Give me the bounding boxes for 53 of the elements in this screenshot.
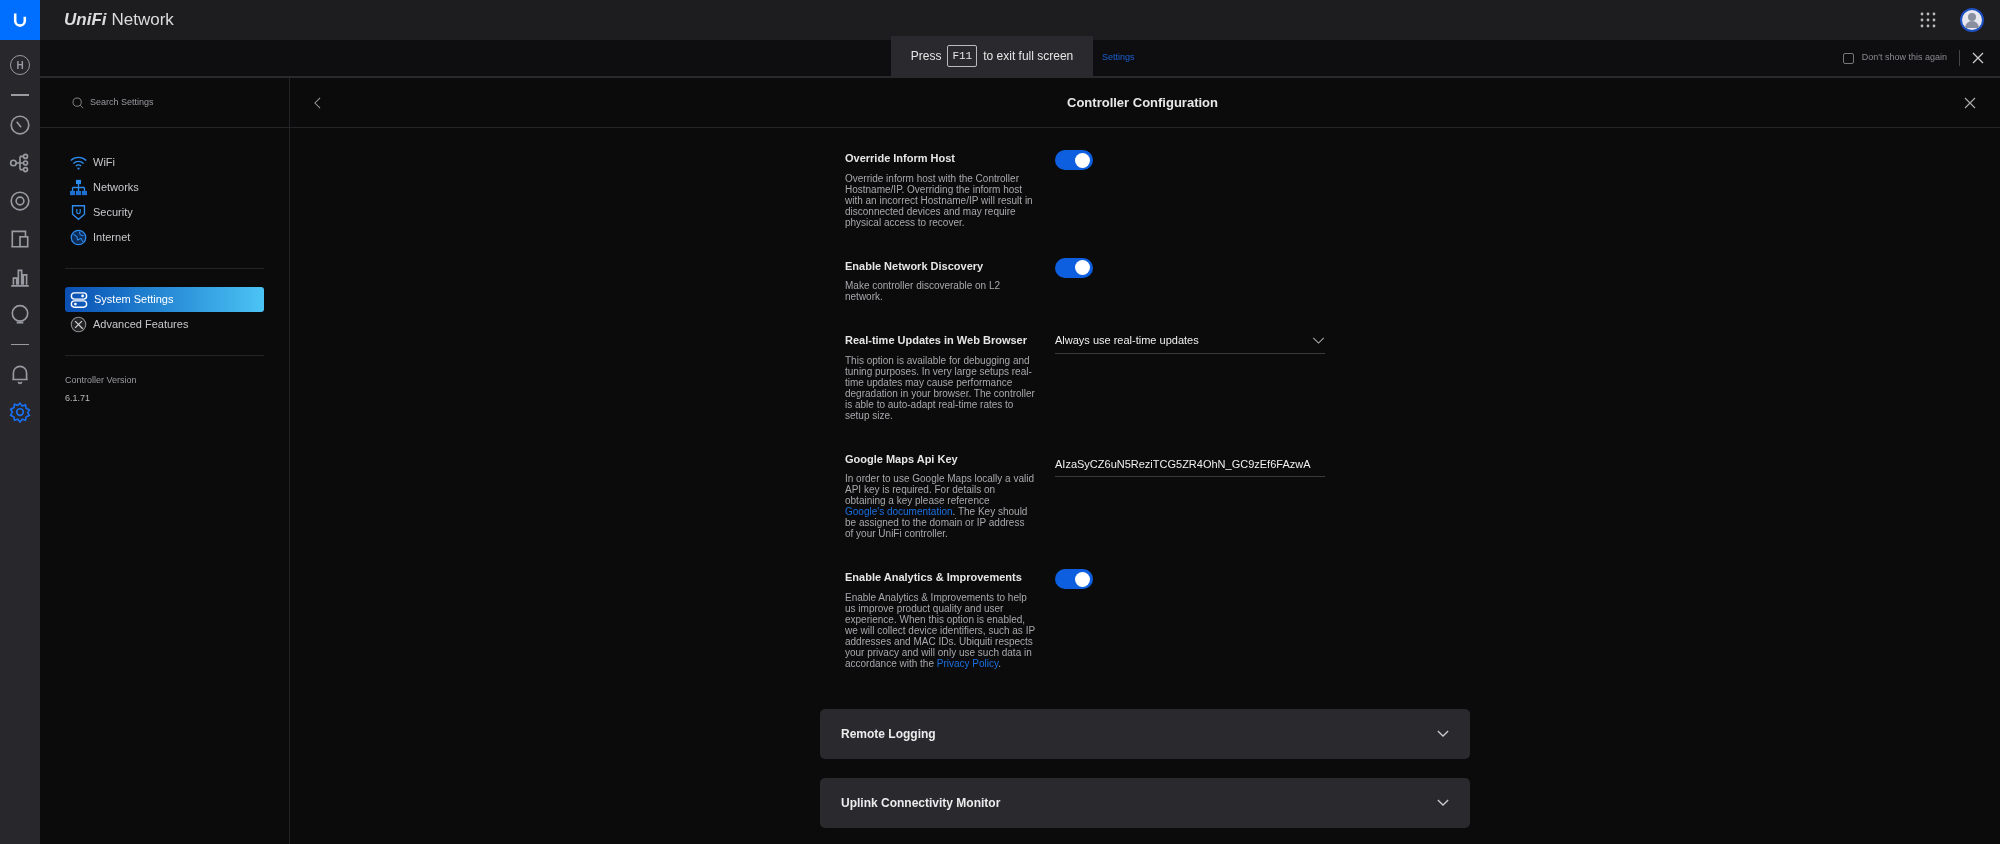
setting-label: Google Maps Api Key (845, 451, 959, 467)
search-icon (72, 96, 84, 109)
key-cap: F11 (947, 44, 978, 68)
sidebar-item[interactable]: Advanced Features (65, 312, 264, 337)
setting-description: This option is available for debugging and tuning purposes. In very large setups real-time updates may cause performance degradation in your browser. The controller is able to auto-adapt real-time rates to setup size. (845, 354, 1035, 421)
dropdown-select[interactable]: Always use real-time updates (1055, 332, 1325, 354)
sidebar-item[interactable]: Internet (65, 225, 264, 250)
setting-label: Enable Network Discovery (845, 258, 985, 274)
wifi-icon (70, 155, 87, 170)
network-icon (70, 179, 87, 196)
apps-grid-icon[interactable] (1920, 12, 1936, 28)
sidebar-item[interactable]: Networks (65, 175, 264, 200)
hint-text: to exit full screen (983, 48, 1074, 65)
globe-icon (70, 229, 87, 246)
chevron-down-icon (1312, 336, 1325, 344)
checkbox-label: Don't show this again (1861, 51, 1947, 65)
shield-icon (70, 204, 87, 221)
tools-icon (70, 316, 87, 333)
logo[interactable] (0, 0, 40, 40)
checkbox[interactable] (1842, 52, 1854, 64)
gauge-icon[interactable] (9, 113, 31, 136)
setting-description: Override inform host with the Controller Hostname/IP. Overriding the inform host with an incorrect Hostname/IP will result in disconnected devices and may require physical access to recover. (845, 172, 1034, 228)
settings-icon[interactable] (9, 401, 31, 423)
bell-icon[interactable] (9, 363, 31, 385)
version-number: 6.1.71 (65, 391, 92, 405)
setting-description: Enable Analytics & Improvements to help us improve product quality and user experience. When this option is enabled, we will collect device identifiers, such as IP addresses and MAC IDs. Ubiquiti respects your privacy and will only use such data in accordance with the Privacy Policy. (845, 591, 1035, 669)
setting-label: Enable Analytics & Improvements (845, 570, 1023, 585)
version-label: Controller Version (65, 374, 138, 387)
lightbulb-icon[interactable] (9, 303, 31, 326)
sidebar-item[interactable]: WiFi (65, 150, 264, 175)
search-field[interactable]: Search Settings (90, 95, 240, 110)
toggle-switch[interactable] (1055, 150, 1093, 170)
api-key-field[interactable]: AIzaSyCZ6uN5ReziTCG5ZR4OhN_GC9zEf6FAzwA (1055, 455, 1325, 477)
panel-title: Controller Configuration (1067, 93, 1218, 112)
topology-icon[interactable] (9, 151, 31, 174)
setting-label: Real-time Updates in Web Browser (845, 333, 1028, 348)
close-icon[interactable] (1964, 96, 1976, 109)
close-icon[interactable] (1972, 52, 1984, 64)
setting-label: Override Inform Host (845, 151, 957, 166)
toggle-switch[interactable] (1055, 569, 1093, 589)
link[interactable]: Google's documentation (845, 506, 953, 517)
target-icon[interactable] (9, 189, 31, 212)
back-icon[interactable] (314, 96, 321, 109)
toggles-icon (70, 290, 88, 309)
app-title: UniFi Network (64, 9, 174, 32)
setting-description: Make controller discoverable on L2 network. (845, 280, 1002, 302)
hint-text: Press (910, 48, 942, 65)
toggle-switch[interactable] (1055, 257, 1093, 278)
avatar[interactable] (1960, 8, 1984, 32)
sidebar-item[interactable]: Security (65, 200, 264, 225)
sidebar-item[interactable]: System Settings (65, 287, 264, 312)
devices-icon[interactable] (9, 227, 31, 250)
setting-description: In order to use Google Maps locally a valid API key is required. For details on obtaining a key please reference Google's documentation. The Key should be assigned to the domain or IP address of your UniFi controller. (845, 473, 1035, 539)
